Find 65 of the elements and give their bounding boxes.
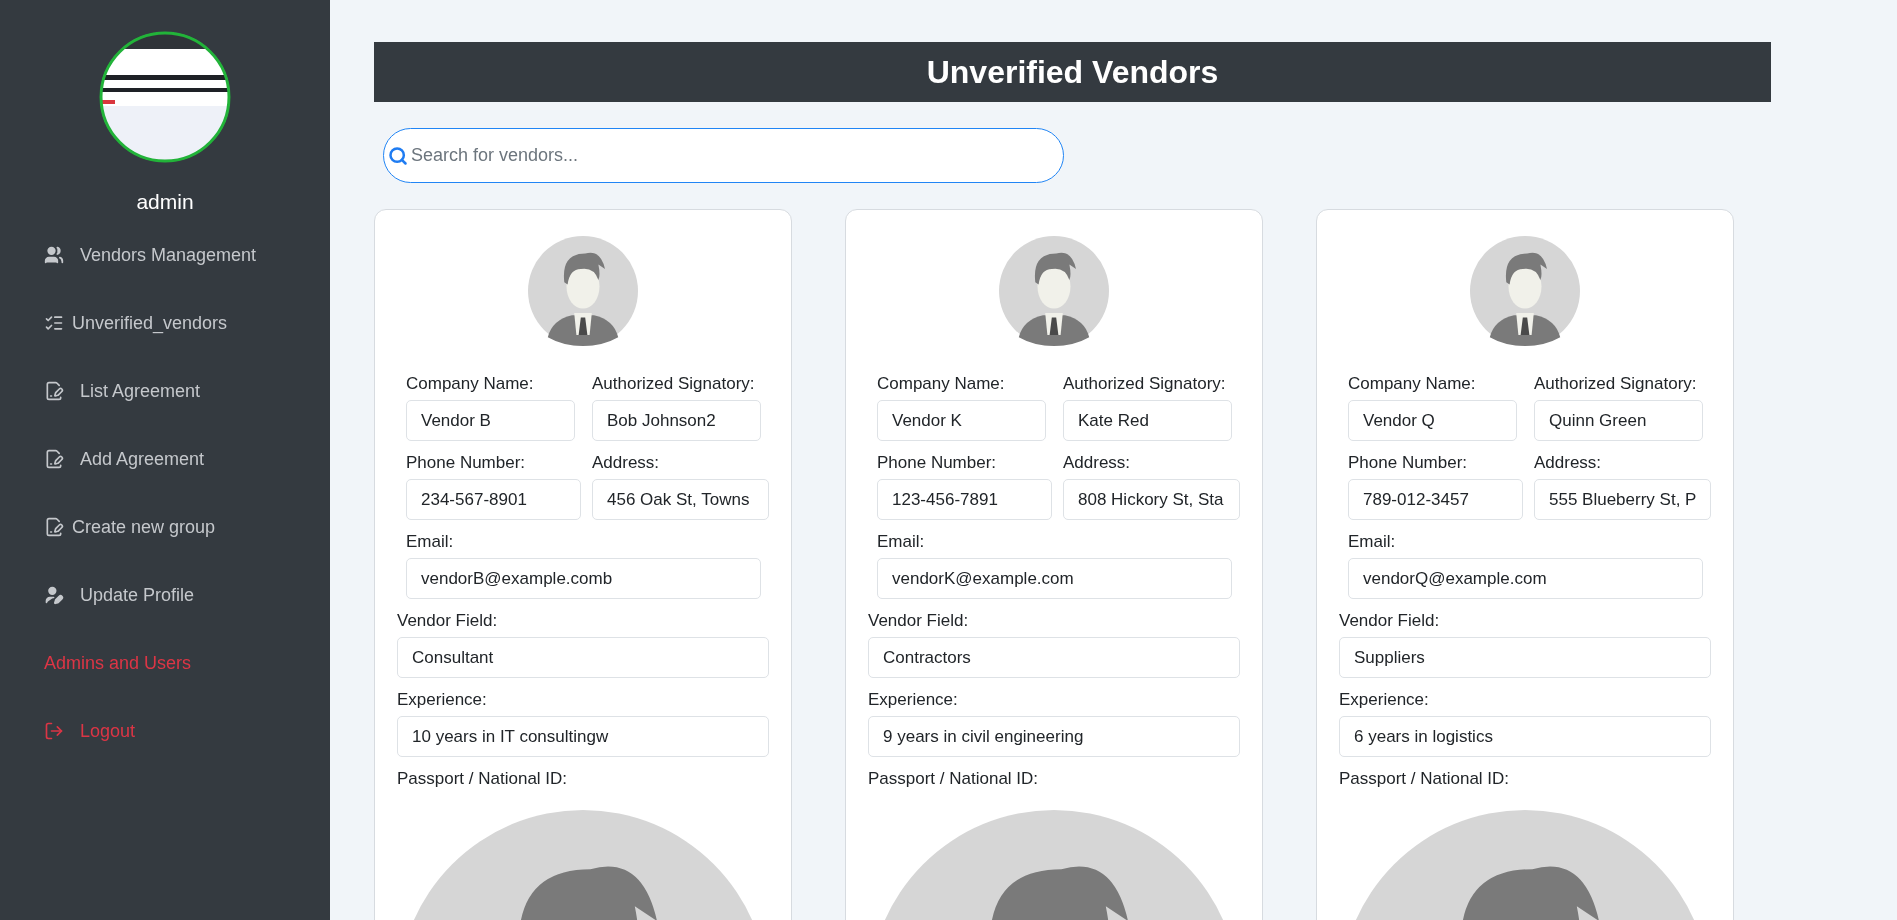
vendor-field-field[interactable]: Consultant xyxy=(397,637,769,678)
user-pen-icon xyxy=(44,585,64,605)
experience-label: Experience: xyxy=(1339,689,1430,711)
phone-field[interactable]: 123-456-7891 xyxy=(877,479,1052,520)
email-label: Email: xyxy=(406,531,455,553)
address-label: Address: xyxy=(592,452,661,474)
signatory-field[interactable]: Bob Johnson2 xyxy=(592,400,761,441)
phone-label: Phone Number: xyxy=(877,452,998,474)
user-name: admin xyxy=(136,189,194,215)
experience-label: Experience: xyxy=(397,689,488,711)
signatory-field[interactable]: Quinn Green xyxy=(1534,400,1703,441)
company-name-label: Company Name: xyxy=(877,373,1006,395)
address-field[interactable]: 555 Blueberry St, P xyxy=(1534,479,1711,520)
vendor-field-field[interactable]: Contractors xyxy=(868,637,1240,678)
vendor-field-label: Vendor Field: xyxy=(868,610,970,632)
vendor-field-label: Vendor Field: xyxy=(397,610,499,632)
search-icon xyxy=(388,146,408,166)
vendor-field-field[interactable]: Suppliers xyxy=(1339,637,1711,678)
phone-field[interactable]: 234-567-8901 xyxy=(406,479,581,520)
address-label: Address: xyxy=(1534,452,1603,474)
sidebar-item[interactable]: Create new group xyxy=(44,513,330,541)
avatar-icon xyxy=(528,236,638,346)
logout-icon xyxy=(44,721,64,741)
checklist-icon xyxy=(44,313,64,333)
passport-label: Passport / National ID: xyxy=(1339,768,1511,790)
company-name-label: Company Name: xyxy=(1348,373,1477,395)
passport-label: Passport / National ID: xyxy=(397,768,569,790)
sidebar-item[interactable]: Unverified_vendors xyxy=(44,309,330,337)
experience-label: Experience: xyxy=(868,689,959,711)
avatar-icon xyxy=(1470,236,1580,346)
signatory-field[interactable]: Kate Red xyxy=(1063,400,1232,441)
email-field[interactable]: vendorB@example.comb xyxy=(406,558,761,599)
email-field[interactable]: vendorK@example.com xyxy=(877,558,1232,599)
avatar-icon xyxy=(999,236,1109,346)
experience-field[interactable]: 9 years in civil engineering xyxy=(868,716,1240,757)
search-field[interactable]: Search for vendors... xyxy=(383,128,1064,183)
phone-label: Phone Number: xyxy=(1348,452,1469,474)
experience-field[interactable]: 10 years in IT consultingw xyxy=(397,716,769,757)
experience-field[interactable]: 6 years in logistics xyxy=(1339,716,1711,757)
sidebar-item[interactable]: Vendors Management xyxy=(44,241,330,269)
sidebar-item[interactable]: List Agreement xyxy=(44,377,330,405)
signatory-label: Authorized Signatory: xyxy=(1063,373,1227,395)
users-icon xyxy=(44,245,64,265)
signatory-label: Authorized Signatory: xyxy=(1534,373,1698,395)
address-label: Address: xyxy=(1063,452,1132,474)
email-field[interactable]: vendorQ@example.com xyxy=(1348,558,1703,599)
address-field[interactable]: 456 Oak St, Towns xyxy=(592,479,769,520)
phone-field[interactable]: 789-012-3457 xyxy=(1348,479,1523,520)
company-name-label: Company Name: xyxy=(406,373,535,395)
email-label: Email: xyxy=(877,531,926,553)
email-label: Email: xyxy=(1348,531,1397,553)
company-name-field[interactable]: Vendor K xyxy=(877,400,1046,441)
document-pen-icon xyxy=(44,381,64,401)
company-name-field[interactable]: Vendor B xyxy=(406,400,575,441)
document-pen-icon xyxy=(44,517,64,537)
page-title: Unverified Vendors xyxy=(374,42,1771,102)
sidebar-item[interactable]: Update Profile xyxy=(44,581,330,609)
company-name-field[interactable]: Vendor Q xyxy=(1348,400,1517,441)
passport-label: Passport / National ID: xyxy=(868,768,1040,790)
sidebar-item[interactable]: Add Agreement xyxy=(44,445,330,473)
vendor-field-label: Vendor Field: xyxy=(1339,610,1441,632)
address-field[interactable]: 808 Hickory St, Sta xyxy=(1063,479,1240,520)
phone-label: Phone Number: xyxy=(406,452,527,474)
signatory-label: Authorized Signatory: xyxy=(592,373,756,395)
document-pen-icon xyxy=(44,449,64,469)
